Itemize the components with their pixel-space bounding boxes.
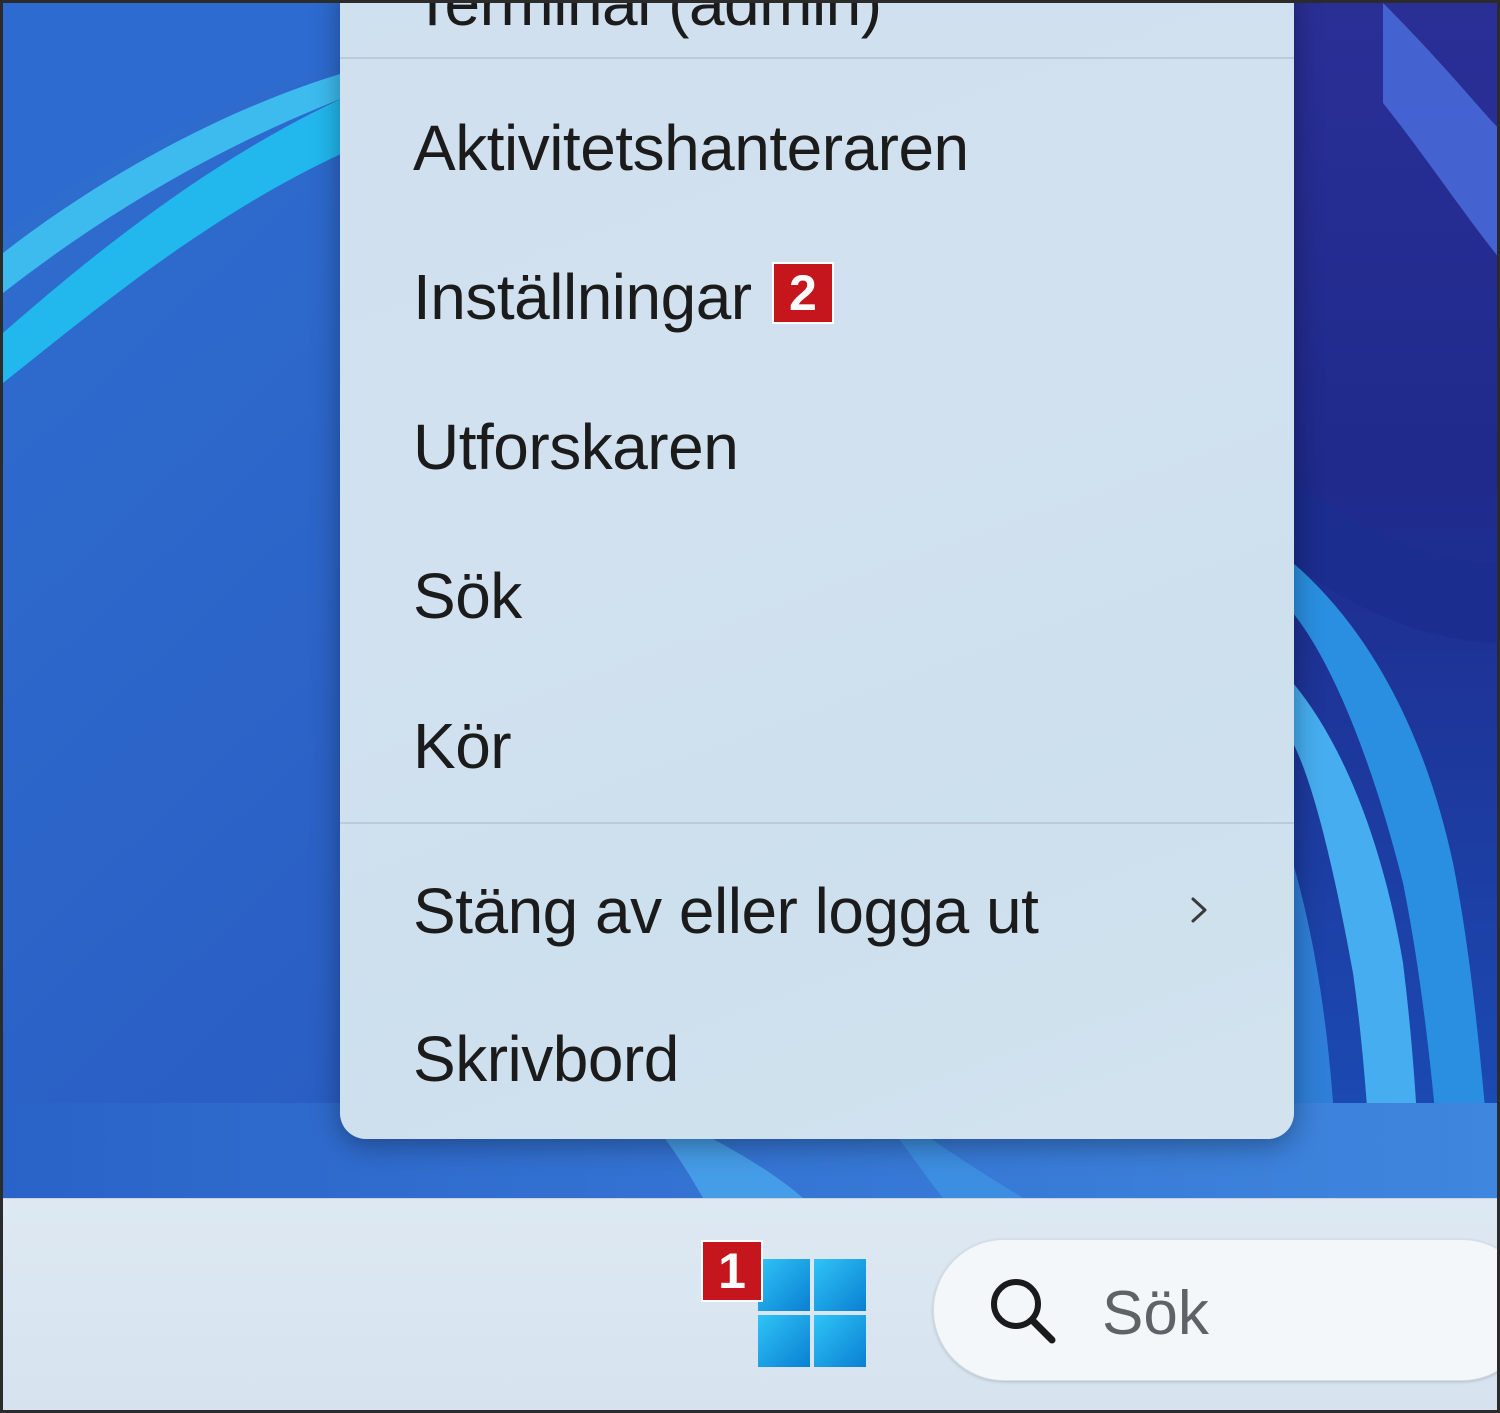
menu-item-label: Skrivbord [413, 1023, 679, 1095]
menu-item-search[interactable]: Sök [340, 531, 1294, 661]
menu-item-label: Sök [413, 560, 522, 632]
menu-item-label: Kör [413, 710, 512, 782]
screenshot-frame: Terminal (admin) Aktivitetshanteraren In… [0, 0, 1500, 1413]
taskbar: 1 Sök [3, 1198, 1497, 1410]
search-icon [991, 1279, 1056, 1344]
step-badge: 1 [701, 1240, 763, 1302]
chevron-right-icon [1191, 897, 1207, 923]
menu-item-task-manager[interactable]: Aktivitetshanteraren [340, 83, 1294, 213]
menu-item-label: Inställningar [413, 261, 752, 333]
menu-item-shutdown-signout[interactable]: Stäng av eller logga ut [340, 846, 1294, 976]
menu-item-label: Utforskaren [413, 411, 739, 483]
windows-logo-icon[interactable] [758, 1259, 866, 1367]
menu-item-file-explorer[interactable]: Utforskaren [340, 382, 1294, 512]
search-label: Sök [1102, 1279, 1209, 1348]
menu-separator [340, 822, 1294, 824]
menu-item-label: Aktivitetshanteraren [413, 112, 969, 184]
menu-item-label: Terminal (admin) [413, 0, 882, 39]
start-context-menu: Terminal (admin) Aktivitetshanteraren In… [340, 0, 1294, 1139]
menu-item-settings[interactable]: Inställningar 2 [340, 232, 1294, 362]
menu-separator [340, 57, 1294, 59]
menu-item-label: Stäng av eller logga ut [413, 875, 1039, 947]
menu-item-run[interactable]: Kör [340, 681, 1294, 811]
taskbar-search-box[interactable]: Sök [933, 1239, 1497, 1381]
menu-item-desktop[interactable]: Skrivbord [340, 994, 1294, 1124]
step-badge: 2 [771, 262, 834, 324]
